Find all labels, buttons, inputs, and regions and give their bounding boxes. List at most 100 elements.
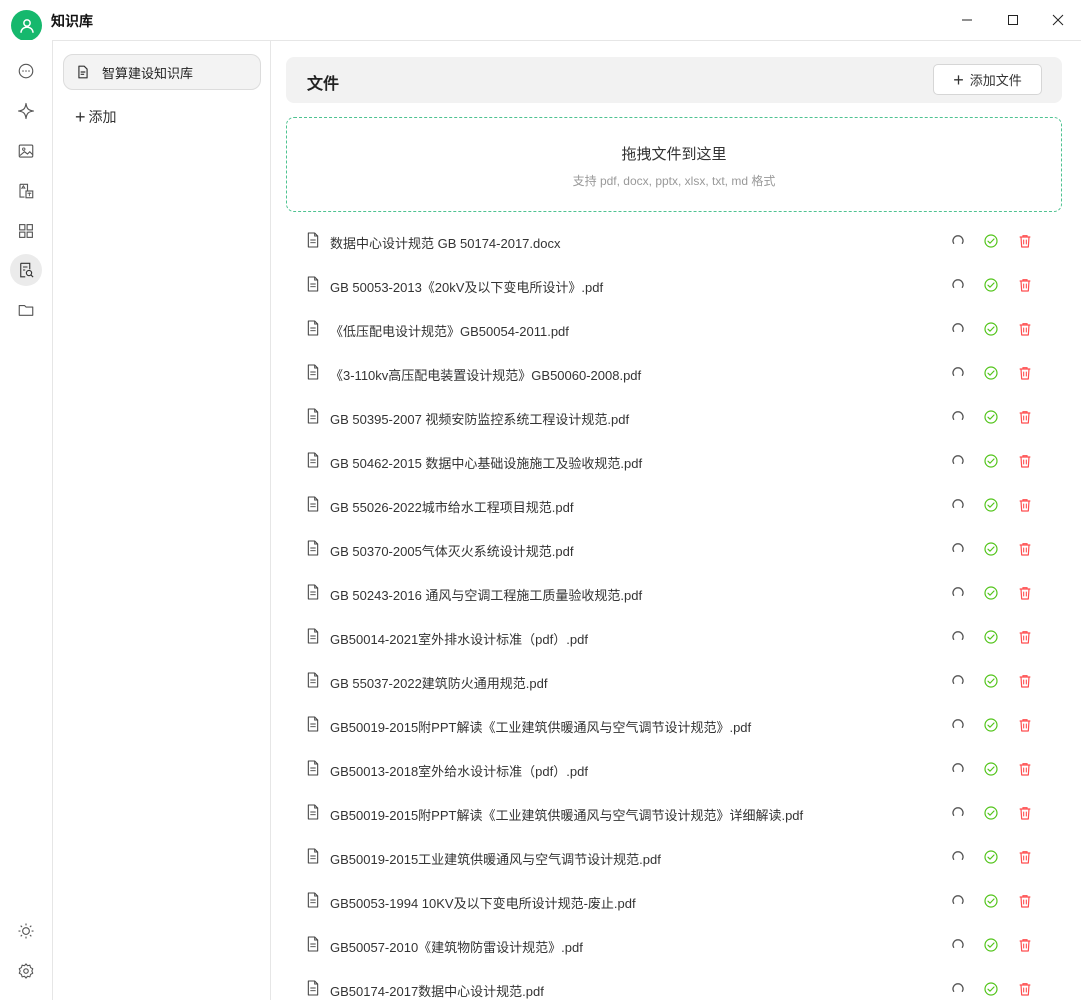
file-row[interactable]: GB 50370-2005气体灭火系统设计规范.pdf: [286, 527, 1062, 571]
refresh-button[interactable]: [950, 937, 966, 953]
refresh-button[interactable]: [950, 849, 966, 865]
status-check-button[interactable]: [983, 849, 999, 865]
file-row[interactable]: 《3-110kv高压配电装置设计规范》GB50060-2008.pdf: [286, 351, 1062, 395]
status-check-button[interactable]: [983, 629, 999, 645]
delete-button[interactable]: [1017, 365, 1033, 381]
knowledge-base-item[interactable]: 智算建设知识库: [63, 54, 261, 90]
status-check-button[interactable]: [983, 673, 999, 689]
status-check-button[interactable]: [983, 585, 999, 601]
delete-button[interactable]: [1017, 893, 1033, 909]
refresh-button[interactable]: [950, 893, 966, 909]
delete-button[interactable]: [1017, 673, 1033, 689]
refresh-button[interactable]: [950, 497, 966, 513]
refresh-button[interactable]: [950, 673, 966, 689]
refresh-button[interactable]: [950, 805, 966, 821]
rail-chat-button[interactable]: [10, 55, 42, 87]
rail-translate-button[interactable]: [10, 175, 42, 207]
delete-button[interactable]: [1017, 761, 1033, 777]
status-check-button[interactable]: [983, 365, 999, 381]
trash-icon: [1019, 807, 1031, 820]
refresh-button[interactable]: [950, 233, 966, 249]
refresh-button[interactable]: [950, 717, 966, 733]
file-row[interactable]: GB 50243-2016 通风与空调工程施工质量验收规范.pdf: [286, 571, 1062, 615]
settings-button[interactable]: [10, 955, 42, 987]
status-check-button[interactable]: [983, 761, 999, 777]
check-circle-icon: [984, 850, 998, 864]
delete-button[interactable]: [1017, 849, 1033, 865]
user-avatar[interactable]: [11, 10, 42, 41]
refresh-button[interactable]: [950, 277, 966, 293]
file-row[interactable]: 《低压配电设计规范》GB50054-2011.pdf: [286, 307, 1062, 351]
refresh-button[interactable]: [950, 365, 966, 381]
delete-button[interactable]: [1017, 233, 1033, 249]
delete-button[interactable]: [1017, 937, 1033, 953]
file-row[interactable]: GB50053-1994 10KV及以下变电所设计规范-废止.pdf: [286, 879, 1062, 923]
file-row[interactable]: GB50019-2015附PPT解读《工业建筑供暖通风与空气调节设计规范》.pd…: [286, 703, 1062, 747]
refresh-button[interactable]: [950, 409, 966, 425]
status-check-button[interactable]: [983, 453, 999, 469]
refresh-button[interactable]: [950, 585, 966, 601]
status-check-button[interactable]: [983, 409, 999, 425]
delete-button[interactable]: [1017, 453, 1033, 469]
rail-files-button[interactable]: [10, 294, 42, 326]
status-check-button[interactable]: [983, 717, 999, 733]
file-row[interactable]: GB 55037-2022建筑防火通用规范.pdf: [286, 659, 1062, 703]
check-circle-icon: [984, 410, 998, 424]
rail-knowledge-button[interactable]: [10, 254, 42, 286]
status-check-button[interactable]: [983, 981, 999, 997]
dropzone-title: 拖拽文件到这里: [621, 146, 727, 163]
status-check-button[interactable]: [983, 321, 999, 337]
maximize-button[interactable]: [990, 4, 1036, 36]
status-check-button[interactable]: [983, 805, 999, 821]
file-row[interactable]: GB 50395-2007 视频安防监控系统工程设计规范.pdf: [286, 395, 1062, 439]
status-check-button[interactable]: [983, 893, 999, 909]
delete-button[interactable]: [1017, 717, 1033, 733]
refresh-button[interactable]: [950, 541, 966, 557]
file-row[interactable]: GB 50053-2013《20kV及以下变电所设计》.pdf: [286, 263, 1062, 307]
file-row[interactable]: GB 55026-2022城市给水工程项目规范.pdf: [286, 483, 1062, 527]
add-knowledge-base-button[interactable]: + 添加: [75, 107, 117, 127]
file-row[interactable]: GB50014-2021室外排水设计标准（pdf）.pdf: [286, 615, 1062, 659]
check-circle-icon: [984, 982, 998, 996]
delete-button[interactable]: [1017, 805, 1033, 821]
check-circle-icon: [984, 938, 998, 952]
delete-button[interactable]: [1017, 541, 1033, 557]
rail-image-button[interactable]: [10, 135, 42, 167]
delete-button[interactable]: [1017, 629, 1033, 645]
refresh-icon: [952, 675, 964, 684]
file-dropzone[interactable]: 拖拽文件到这里 支持 pdf, docx, pptx, xlsx, txt, m…: [286, 117, 1062, 212]
delete-button[interactable]: [1017, 981, 1033, 997]
chat-bubble-icon: [18, 63, 34, 79]
refresh-button[interactable]: [950, 321, 966, 337]
file-row[interactable]: GB50057-2010《建筑物防雷设计规范》.pdf: [286, 923, 1062, 967]
status-check-button[interactable]: [983, 497, 999, 513]
file-row[interactable]: 数据中心设计规范 GB 50174-2017.docx: [286, 219, 1062, 263]
delete-button[interactable]: [1017, 277, 1033, 293]
delete-button[interactable]: [1017, 321, 1033, 337]
refresh-button[interactable]: [950, 761, 966, 777]
rail-assistant-button[interactable]: [10, 95, 42, 127]
file-row[interactable]: GB50174-2017数据中心设计规范.pdf: [286, 967, 1062, 1000]
delete-button[interactable]: [1017, 409, 1033, 425]
close-button[interactable]: [1035, 4, 1081, 36]
refresh-button[interactable]: [950, 629, 966, 645]
file-icon: [306, 804, 320, 820]
status-check-button[interactable]: [983, 937, 999, 953]
refresh-button[interactable]: [950, 453, 966, 469]
status-check-button[interactable]: [983, 277, 999, 293]
status-check-button[interactable]: [983, 541, 999, 557]
file-icon: [306, 936, 320, 952]
check-circle-icon: [984, 586, 998, 600]
file-row[interactable]: GB50019-2015工业建筑供暖通风与空气调节设计规范.pdf: [286, 835, 1062, 879]
file-row[interactable]: GB50013-2018室外给水设计标准（pdf）.pdf: [286, 747, 1062, 791]
delete-button[interactable]: [1017, 497, 1033, 513]
theme-toggle-button[interactable]: [10, 915, 42, 947]
rail-apps-button[interactable]: [10, 215, 42, 247]
file-row[interactable]: GB 50462-2015 数据中心基础设施施工及验收规范.pdf: [286, 439, 1062, 483]
minimize-button[interactable]: [944, 4, 990, 36]
status-check-button[interactable]: [983, 233, 999, 249]
refresh-button[interactable]: [950, 981, 966, 997]
delete-button[interactable]: [1017, 585, 1033, 601]
file-row[interactable]: GB50019-2015附PPT解读《工业建筑供暖通风与空气调节设计规范》详细解…: [286, 791, 1062, 835]
add-file-button[interactable]: + 添加文件: [933, 64, 1042, 95]
